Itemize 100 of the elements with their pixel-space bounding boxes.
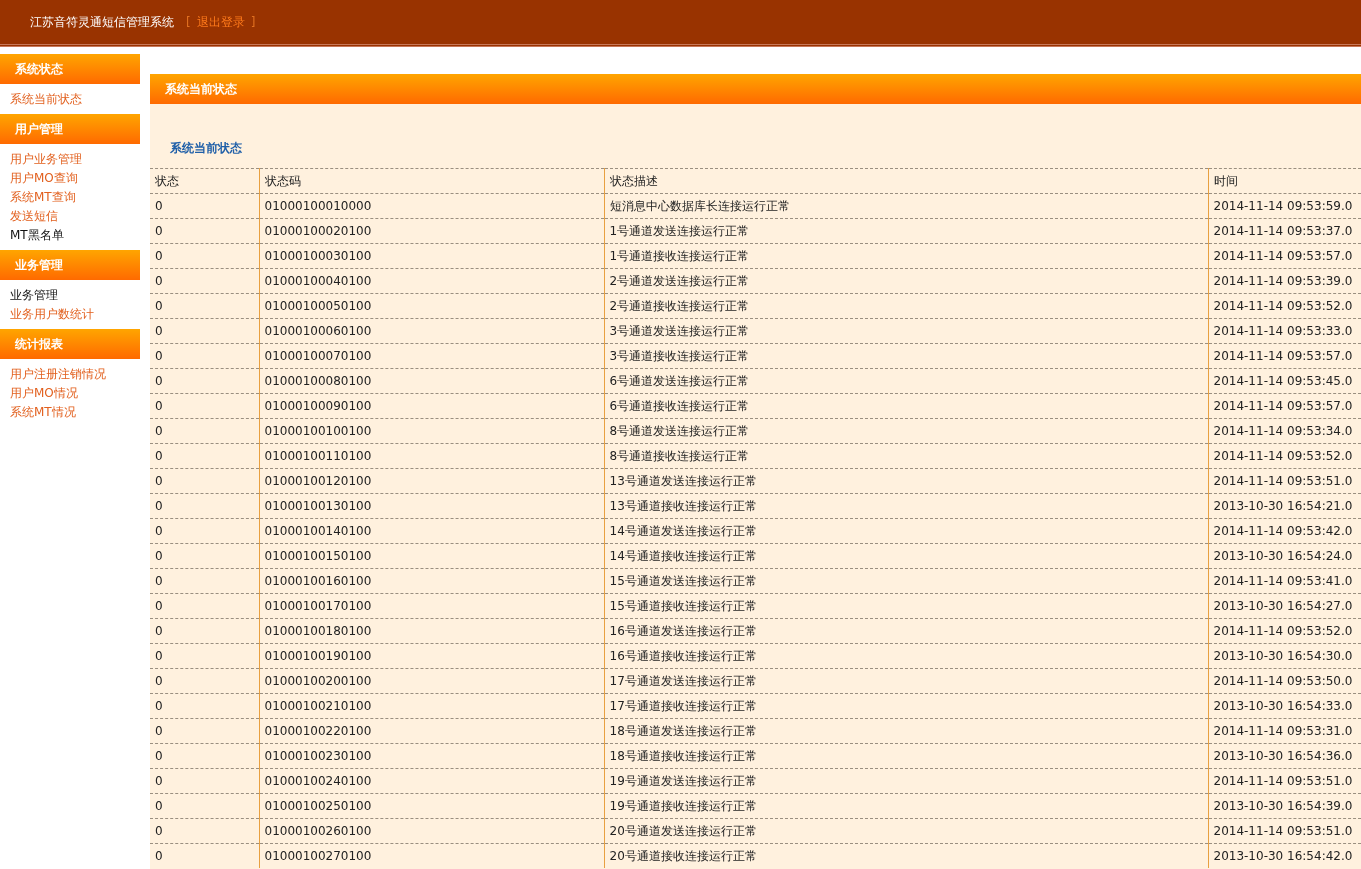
logout-link[interactable]: 退出登录	[196, 13, 245, 31]
table-cell: 01000100200100	[259, 668, 604, 694]
table-cell: 8号通道发送连接运行正常	[604, 418, 1208, 444]
table-cell: 16号通道接收连接运行正常	[604, 643, 1208, 669]
table-cell: 01000100170100	[259, 593, 604, 619]
table-cell: 2014-11-14 09:53:31.0	[1208, 718, 1361, 744]
table-cell: 01000100080100	[259, 368, 604, 394]
table-cell: 0	[150, 718, 259, 744]
sidebar-link[interactable]: 系统当前状态	[10, 90, 140, 109]
table-cell: 2013-10-30 16:54:39.0	[1208, 793, 1361, 819]
table-cell: 20号通道接收连接运行正常	[604, 843, 1208, 868]
table-cell: 01000100070100	[259, 343, 604, 369]
table-cell: 20号通道发送连接运行正常	[604, 818, 1208, 844]
sidebar-link[interactable]: MT黑名单	[10, 226, 140, 245]
table-cell: 01000100040100	[259, 268, 604, 294]
table-cell: 3号通道发送连接运行正常	[604, 318, 1208, 344]
table-cell: 2013-10-30 16:54:21.0	[1208, 493, 1361, 519]
column-header: 时间	[1208, 168, 1361, 194]
table-cell: 8号通道接收连接运行正常	[604, 443, 1208, 469]
table-cell: 0	[150, 243, 259, 269]
table-cell: 2014-11-14 09:53:59.0	[1208, 193, 1361, 219]
table-cell: 2014-11-14 09:53:41.0	[1208, 568, 1361, 594]
table-cell: 2013-10-30 16:54:24.0	[1208, 543, 1361, 569]
bracket: ]	[250, 15, 256, 29]
table-cell: 01000100230100	[259, 743, 604, 769]
sidebar-link[interactable]: 系统MT查询	[10, 188, 140, 207]
table-cell: 2013-10-30 16:54:42.0	[1208, 843, 1361, 868]
table-cell: 1号通道接收连接运行正常	[604, 243, 1208, 269]
table-cell: 01000100250100	[259, 793, 604, 819]
table-cell: 2013-10-30 16:54:36.0	[1208, 743, 1361, 769]
table-cell: 0	[150, 318, 259, 344]
table-cell: 短消息中心数据库长连接运行正常	[604, 193, 1208, 219]
table-cell: 2014-11-14 09:53:51.0	[1208, 768, 1361, 794]
sidebar-link[interactable]: 业务用户数统计	[10, 305, 140, 324]
sidebar-link[interactable]: 用户注册注销情况	[10, 365, 140, 384]
table-cell: 01000100100100	[259, 418, 604, 444]
table-cell: 01000100090100	[259, 393, 604, 419]
table-cell: 2014-11-14 09:53:57.0	[1208, 243, 1361, 269]
table-cell: 17号通道接收连接运行正常	[604, 693, 1208, 719]
table-cell: 19号通道接收连接运行正常	[604, 793, 1208, 819]
table-cell: 0	[150, 468, 259, 494]
table-cell: 01000100120100	[259, 468, 604, 494]
table-cell: 0	[150, 493, 259, 519]
table-cell: 2014-11-14 09:53:50.0	[1208, 668, 1361, 694]
table-cell: 16号通道发送连接运行正常	[604, 618, 1208, 644]
table-cell: 0	[150, 368, 259, 394]
table-cell: 2014-11-14 09:53:57.0	[1208, 393, 1361, 419]
panel-title-bar: 系统当前状态	[150, 74, 1361, 104]
sidebar-link[interactable]: 用户MO查询	[10, 169, 140, 188]
table-cell: 2014-11-14 09:53:37.0	[1208, 218, 1361, 244]
table-cell: 2014-11-14 09:53:39.0	[1208, 268, 1361, 294]
section-heading: 系统当前状态	[169, 140, 243, 157]
table-cell: 0	[150, 643, 259, 669]
table-cell: 0	[150, 818, 259, 844]
table-cell: 2013-10-30 16:54:33.0	[1208, 693, 1361, 719]
table-cell: 0	[150, 218, 259, 244]
table-cell: 15号通道接收连接运行正常	[604, 593, 1208, 619]
table-cell: 2014-11-14 09:53:42.0	[1208, 518, 1361, 544]
sidebar-section-header: 业务管理	[0, 250, 140, 280]
table-cell: 01000100050100	[259, 293, 604, 319]
column-header: 状态	[150, 168, 259, 194]
table-cell: 01000100210100	[259, 693, 604, 719]
sidebar-section-header: 统计报表	[0, 329, 140, 359]
table-cell: 17号通道发送连接运行正常	[604, 668, 1208, 694]
table-cell: 1号通道发送连接运行正常	[604, 218, 1208, 244]
table-cell: 19号通道发送连接运行正常	[604, 768, 1208, 794]
table-cell: 13号通道接收连接运行正常	[604, 493, 1208, 519]
table-cell: 2014-11-14 09:53:52.0	[1208, 443, 1361, 469]
table-cell: 2号通道发送连接运行正常	[604, 268, 1208, 294]
table-cell: 0	[150, 618, 259, 644]
table-cell: 2014-11-14 09:53:51.0	[1208, 818, 1361, 844]
table-cell: 0	[150, 518, 259, 544]
table-cell: 01000100010000	[259, 193, 604, 219]
table-cell: 01000100240100	[259, 768, 604, 794]
sidebar-section-header: 用户管理	[0, 114, 140, 144]
sidebar-link[interactable]: 业务管理	[10, 286, 140, 305]
table-cell: 2014-11-14 09:53:34.0	[1208, 418, 1361, 444]
table-cell: 2号通道接收连接运行正常	[604, 293, 1208, 319]
table-cell: 01000100150100	[259, 543, 604, 569]
sidebar-link[interactable]: 用户业务管理	[10, 150, 140, 169]
table-cell: 01000100260100	[259, 818, 604, 844]
table-cell: 2014-11-14 09:53:52.0	[1208, 293, 1361, 319]
app-title: 江苏音符灵通短信管理系统	[30, 13, 174, 31]
table-cell: 0	[150, 593, 259, 619]
sidebar-link[interactable]: 用户MO情况	[10, 384, 140, 403]
table-cell: 18号通道接收连接运行正常	[604, 743, 1208, 769]
table-cell: 0	[150, 193, 259, 219]
table-cell: 01000100110100	[259, 443, 604, 469]
table-cell: 2014-11-14 09:53:45.0	[1208, 368, 1361, 394]
table-cell: 01000100020100	[259, 218, 604, 244]
table-cell: 0	[150, 543, 259, 569]
sidebar-link[interactable]: 系统MT情况	[10, 403, 140, 422]
sidebar-link[interactable]: 发送短信	[10, 207, 140, 226]
table-cell: 0	[150, 668, 259, 694]
table-cell: 01000100130100	[259, 493, 604, 519]
sidebar-section-header: 系统状态	[0, 54, 140, 84]
table-cell: 0	[150, 343, 259, 369]
table-cell: 01000100060100	[259, 318, 604, 344]
table-cell: 0	[150, 443, 259, 469]
table-cell: 01000100140100	[259, 518, 604, 544]
